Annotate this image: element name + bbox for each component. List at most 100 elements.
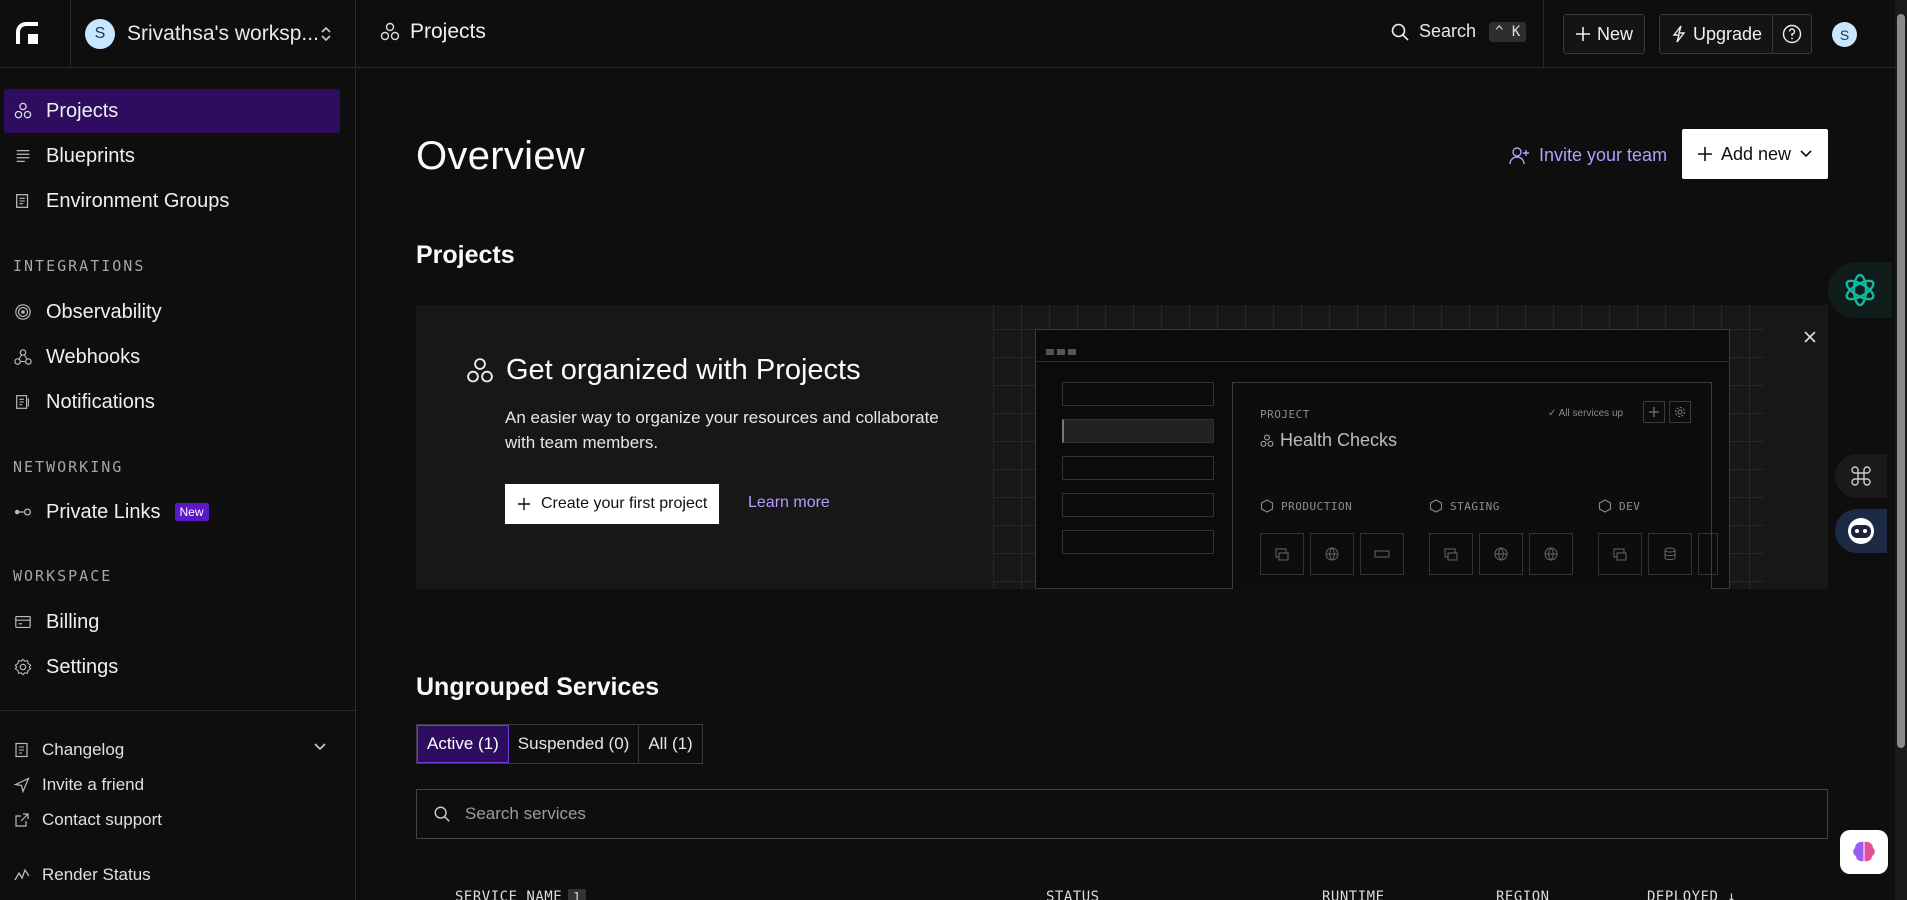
column-header-status[interactable]: STATUS [1046,889,1100,900]
sidebar-item-billing[interactable]: Billing [4,600,340,644]
render-status-link[interactable]: Render Status [14,865,151,885]
mock-service-box [1648,533,1692,575]
column-header-deployed[interactable]: DEPLOYED ↓ [1647,889,1736,900]
contact-support-label: Contact support [42,810,163,829]
promo-description: An easier way to organize your resources… [505,408,939,452]
contact-support-link[interactable]: Contact support [14,810,162,830]
column-header-runtime[interactable]: RUNTIME [1322,889,1385,900]
column-header-service-name[interactable]: SERVICE NAME 1 [455,889,586,900]
gear-icon [14,658,32,676]
sidebar-item-private-links[interactable]: Private Links New [4,490,340,534]
mock-env-label: PRODUCTION [1281,499,1353,513]
tab-all[interactable]: All (1) [639,725,701,763]
mock-service-box [1598,533,1642,575]
bot-face-icon [1848,518,1874,544]
ai-assistant-widget[interactable] [1828,262,1892,318]
service-filter-tabs: Active (1) Suspended (0) All (1) [416,724,703,764]
sidebar-item-label: Projects [46,99,119,122]
mock-status-text: All services up [1558,408,1624,419]
chevron-down-icon[interactable] [312,741,328,753]
add-new-label: Add new [1720,143,1792,164]
invite-team-link[interactable]: Invite your team [1509,145,1667,166]
bot-widget[interactable] [1835,509,1887,553]
changelog-icon [15,742,28,758]
sidebar-item-blueprints[interactable]: Blueprints [4,134,340,178]
mock-service-box [1260,533,1304,575]
top-bar: S Srivathsa's worksp... Projects Search … [0,0,1895,68]
mock-status: ✓ All services up [1548,408,1624,419]
sidebar-item-webhooks[interactable]: Webhooks [4,335,340,379]
section-heading-workspace: WORKSPACE [13,567,113,585]
projects-promo-card: Get organized with Projects An easier wa… [416,305,1828,589]
sidebar-item-settings[interactable]: Settings [4,645,340,689]
add-user-icon [1509,146,1529,164]
service-count-badge: 1 [568,889,586,900]
user-avatar[interactable]: S [1832,22,1857,47]
mock-project-name: Health Checks [1280,430,1398,450]
plus-icon [1697,147,1712,161]
projects-icon [1260,434,1274,447]
workspace-name: Srivathsa's worksp... [127,22,319,45]
search-button[interactable]: Search ^ K [1390,21,1527,42]
brain-widget[interactable] [1840,830,1888,874]
sidebar-item-environment-groups[interactable]: Environment Groups [4,179,340,223]
page-title: Overview [416,134,586,178]
render-logo-icon[interactable] [14,20,40,46]
hexagon-icon [1598,499,1612,513]
invite-team-label: Invite your team [1539,145,1668,165]
workspace-avatar: S [85,19,115,49]
mock-list-row [1062,456,1214,480]
promo-title: Get organized with Projects [466,354,861,387]
new-label: New [1597,23,1634,44]
search-services-placeholder: Search services [465,804,586,823]
sidebar-item-label: Webhooks [46,345,141,368]
close-icon[interactable] [1803,330,1817,344]
upgrade-button[interactable]: Upgrade [1659,14,1775,54]
search-icon [434,806,450,822]
projects-icon [380,22,400,41]
changelog-link[interactable]: Changelog [14,740,124,760]
openai-icon [1845,273,1875,307]
mock-env-label: DEV [1619,499,1641,513]
brain-icon [1853,841,1875,862]
sidebar-item-label: Environment Groups [46,189,230,212]
mock-list-row [1062,419,1214,443]
plus-icon [517,497,531,511]
promo-illustration: PROJECT Health Checks ✓ All services up [1035,329,1730,589]
learn-more-link[interactable]: Learn more [748,494,830,512]
mock-plus-icon [1643,401,1665,423]
new-button[interactable]: New [1563,14,1646,54]
divider [1543,0,1544,68]
sidebar-item-observability[interactable]: Observability [4,290,340,334]
page-scrollbar[interactable] [1895,0,1907,900]
invite-friend-link[interactable]: Invite a friend [14,775,144,795]
tab-suspended[interactable]: Suspended (0) [509,725,640,763]
sidebar-item-projects[interactable]: Projects [4,89,340,133]
mock-list-row [1062,530,1214,554]
help-button[interactable] [1772,14,1812,54]
chevron-down-icon [1800,150,1812,158]
search-services-input[interactable]: Search services [416,789,1828,839]
add-new-button[interactable]: Add new [1682,129,1828,179]
create-first-project-button[interactable]: Create your first project [505,484,720,524]
private-links-icon [14,508,32,516]
mock-env-staging: STAGING [1429,499,1500,513]
workspace-switcher[interactable]: S Srivathsa's worksp... [70,0,356,68]
hexagon-icon [1260,499,1274,513]
create-first-project-label: Create your first project [541,495,708,512]
mock-service-box [1360,533,1404,575]
shortcut-modifier: ^ [1495,23,1504,40]
scrollbar-thumb[interactable] [1897,14,1905,748]
ungrouped-services-heading: Ungrouped Services [416,673,660,701]
changelog-label: Changelog [42,740,125,759]
sidebar-item-notifications[interactable]: Notifications [4,380,340,424]
mock-list-row [1062,493,1214,517]
mock-service-box [1310,533,1354,575]
tab-active[interactable]: Active (1) [417,725,509,763]
column-header-region[interactable]: REGION [1496,889,1550,900]
shortcut-widget[interactable] [1835,454,1887,498]
env-groups-icon [16,194,29,208]
search-icon [1391,23,1409,41]
mock-service-box [1429,533,1473,575]
mock-env-label: STAGING [1450,499,1500,513]
